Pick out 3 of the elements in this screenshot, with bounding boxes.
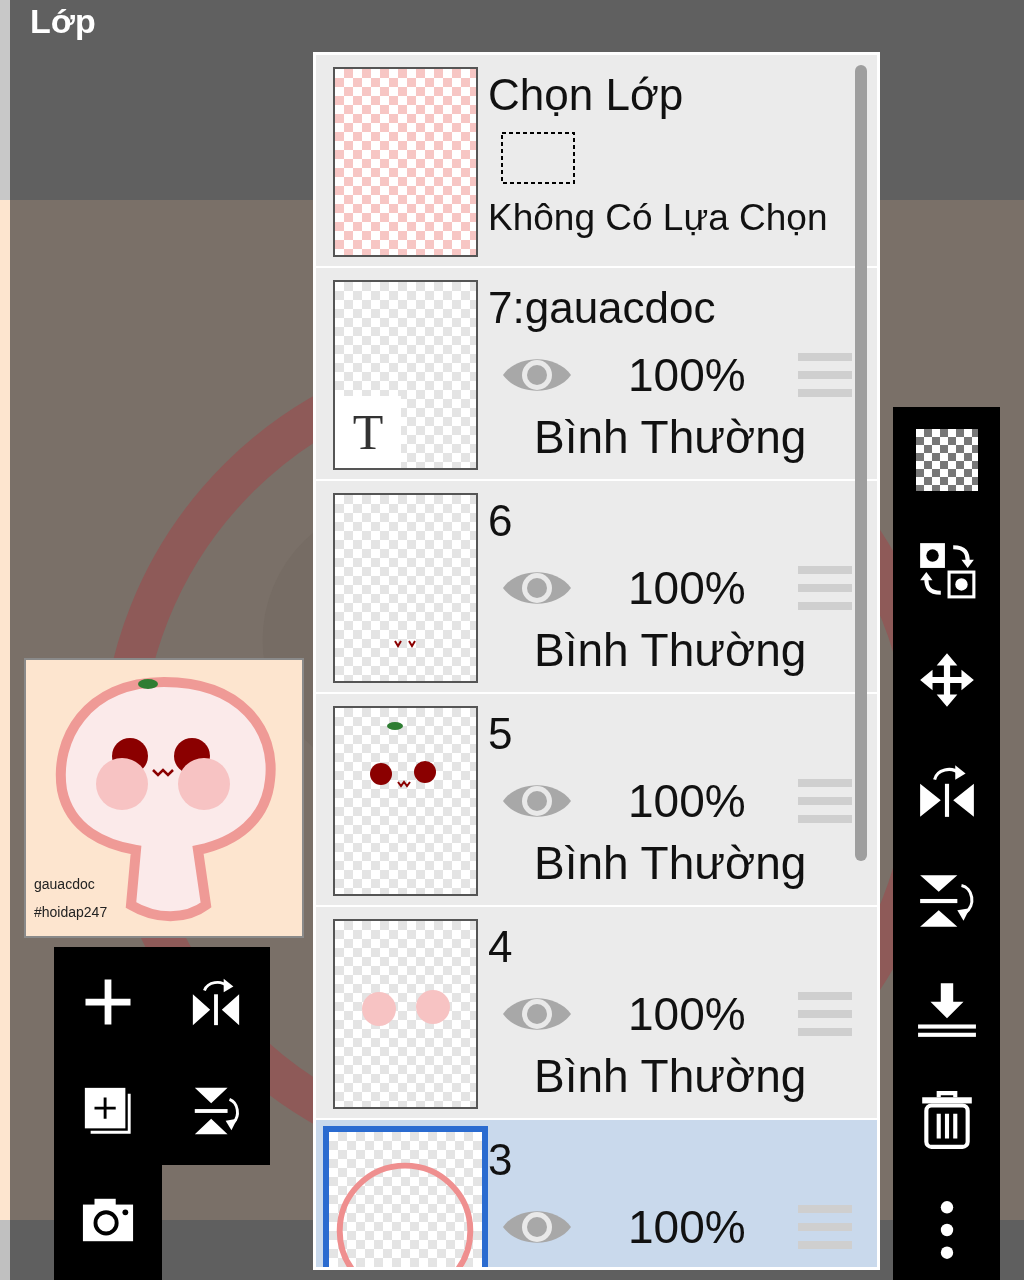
selection-title: Chọn Lớp [488, 69, 685, 121]
panel-title: Lớp [30, 1, 96, 41]
selection-marquee-icon [500, 131, 576, 185]
